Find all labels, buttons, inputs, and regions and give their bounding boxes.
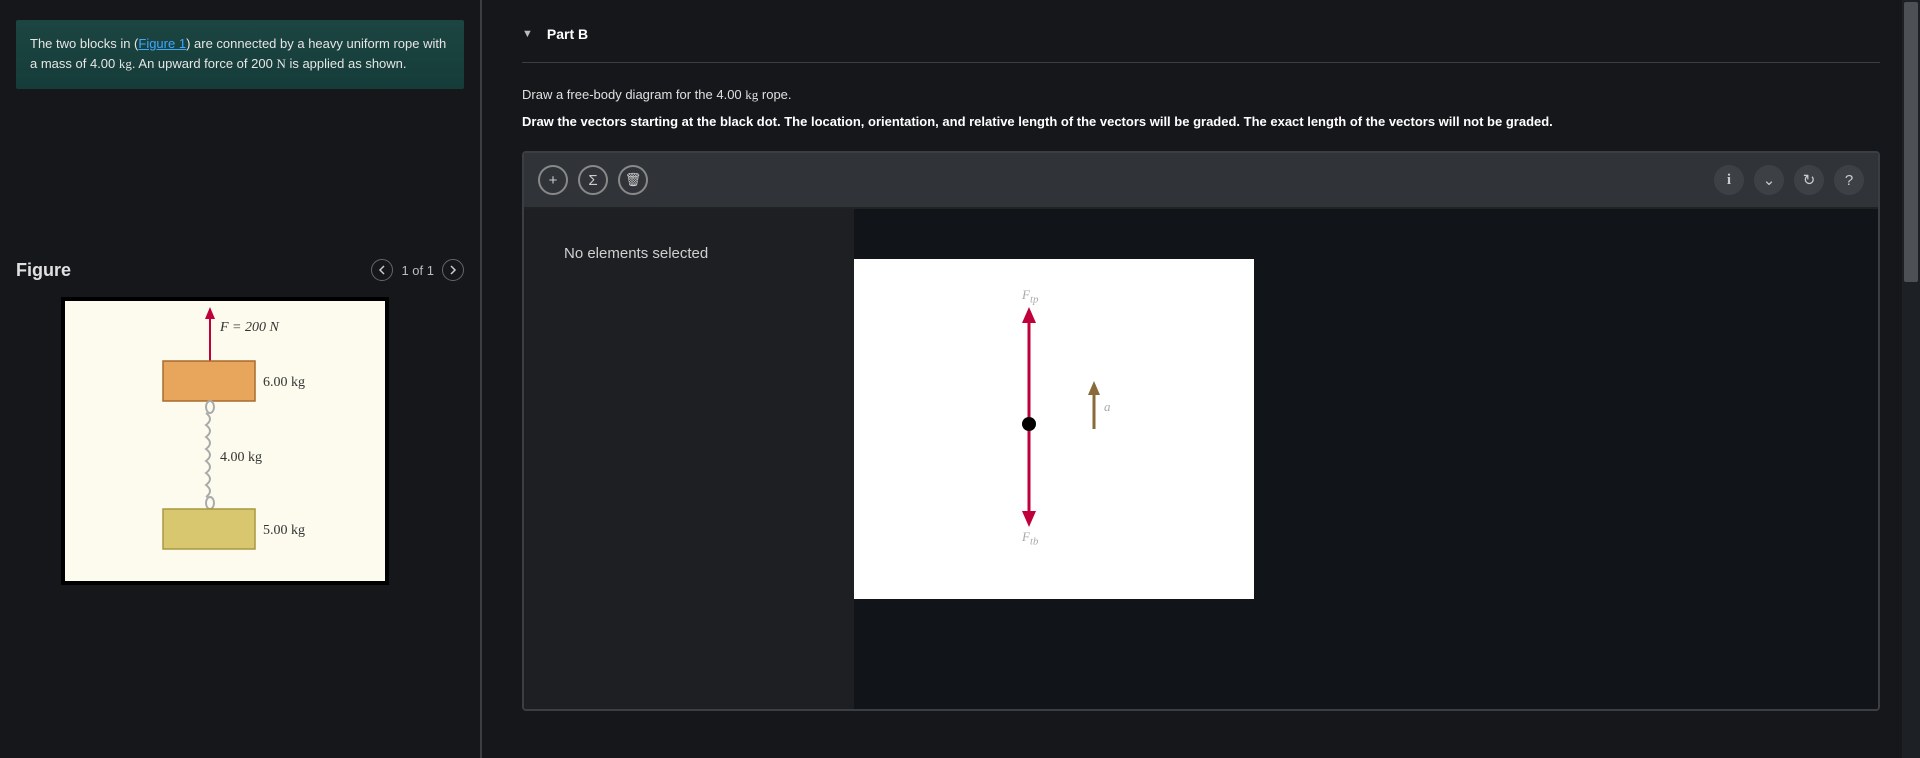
vector-workspace: + Σ 🗑 i ⌄ ↻ ? No elements selected [522,151,1880,711]
help-button[interactable]: ? [1834,165,1864,195]
collapse-caret-icon: ▼ [522,28,533,40]
no-selection-text: No elements selected [564,245,708,262]
problem-text: The two blocks in ( [30,36,138,51]
info-icon: i [1727,172,1731,189]
drawing-area[interactable]: Ftp Ftb a⃗ [854,209,1878,709]
accel-label: a⃗ [1104,399,1121,415]
figure-next-button[interactable] [442,259,464,281]
instruction-line-2: Draw the vectors starting at the black d… [522,113,1880,131]
plus-icon: + [549,172,558,189]
selection-panel: No elements selected [524,209,854,709]
delete-button[interactable]: 🗑 [618,165,648,195]
help-icon: ? [1845,172,1853,189]
reset-button[interactable]: ↻ [1794,165,1824,195]
sum-button[interactable]: Σ [578,165,608,195]
figure-image: F = 200 N 6.00 kg 4.00 kg 5.00 kg [61,297,389,585]
scrollbar[interactable] [1902,0,1920,758]
scrollbar-thumb[interactable] [1904,2,1918,282]
unit-kg: kg [119,56,132,71]
chevron-down-icon: ⌄ [1763,171,1776,189]
trash-icon: 🗑 [625,172,642,188]
sigma-icon: Σ [588,172,597,189]
info-button[interactable]: i [1714,165,1744,195]
part-header[interactable]: ▼ Part B [522,22,1880,63]
figure-rope-mass: 4.00 kg [220,450,262,465]
refresh-icon: ↻ [1803,171,1816,189]
diagram-canvas[interactable]: Ftp Ftb a⃗ [854,259,1254,599]
problem-text: . An upward force of 200 [132,56,277,71]
part-label: Part B [547,26,588,42]
expand-button[interactable]: ⌄ [1754,165,1784,195]
add-vector-button[interactable]: + [538,165,568,195]
vector-label-top: Ftp [1022,287,1038,306]
figure-force-label: F = 200 N [219,320,279,335]
workspace-toolbar: + Σ 🗑 i ⌄ ↻ ? [524,153,1878,209]
figure-bottom-mass: 5.00 kg [263,523,305,538]
vector-label-bottom: Ftb [1022,529,1038,548]
problem-statement: The two blocks in (Figure 1) are connect… [16,20,464,89]
figure-link[interactable]: Figure 1 [138,36,186,51]
instruction-line-1: Draw a free-body diagram for the 4.00 kg… [522,87,1880,103]
problem-text: is applied as shown. [286,56,407,71]
figure-prev-button[interactable] [371,259,393,281]
figure-top-mass: 6.00 kg [263,375,305,390]
figure-title: Figure [16,260,71,281]
unit-n: N [276,56,285,71]
figure-pager-text: 1 of 1 [401,263,434,278]
